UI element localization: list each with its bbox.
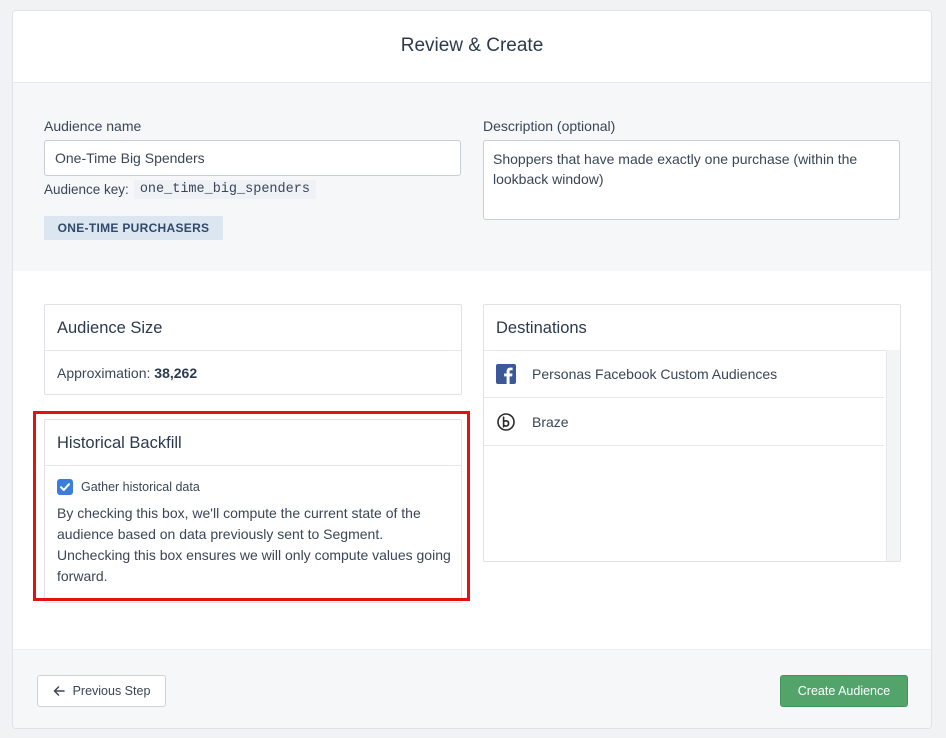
description-textarea[interactable]: Shoppers that have made exactly one purc… bbox=[483, 140, 900, 220]
destination-item-facebook[interactable]: Personas Facebook Custom Audiences bbox=[484, 350, 884, 398]
destination-label: Personas Facebook Custom Audiences bbox=[532, 366, 778, 382]
braze-icon bbox=[496, 412, 516, 432]
create-audience-button[interactable]: Create Audience bbox=[780, 675, 908, 707]
destination-item-braze[interactable]: Braze bbox=[484, 398, 884, 446]
destination-label: Braze bbox=[532, 414, 569, 430]
approximation-text: Approximation: 38,262 bbox=[57, 365, 197, 381]
approximation-value: 38,262 bbox=[154, 365, 198, 381]
audience-details-panel: Audience name Audience key: one_time_big… bbox=[13, 83, 931, 271]
arrow-left-icon bbox=[53, 686, 65, 696]
audience-size-title: Audience Size bbox=[57, 319, 163, 337]
card-divider bbox=[45, 350, 461, 351]
facebook-icon bbox=[496, 364, 516, 384]
audience-key-label: Audience key: bbox=[44, 182, 129, 197]
destinations-list: Personas Facebook Custom Audiences Braze bbox=[484, 350, 884, 561]
highlight-box bbox=[33, 411, 470, 601]
audience-tag-badge: ONE-TIME PURCHASERS bbox=[44, 216, 223, 240]
audience-key-row: Audience key: one_time_big_spenders bbox=[44, 180, 316, 199]
previous-step-button[interactable]: Previous Step bbox=[37, 675, 166, 707]
destinations-card: Destinations Personas Facebook Custom Au… bbox=[483, 304, 901, 562]
description-label: Description (optional) bbox=[483, 118, 616, 134]
audience-name-input[interactable] bbox=[44, 140, 461, 176]
approximation-label: Approximation: bbox=[57, 365, 151, 381]
destinations-title: Destinations bbox=[496, 319, 587, 337]
page-title: Review & Create bbox=[400, 35, 544, 56]
destinations-scrollbar[interactable] bbox=[886, 350, 900, 561]
modal-footer: Previous Step Create Audience bbox=[13, 649, 931, 728]
previous-step-label: Previous Step bbox=[72, 684, 151, 698]
audience-key-value: one_time_big_spenders bbox=[133, 180, 316, 199]
review-create-modal: Review & Create Audience name Audience k… bbox=[12, 10, 932, 729]
audience-name-label: Audience name bbox=[44, 118, 142, 134]
modal-header: Review & Create bbox=[13, 11, 931, 83]
audience-size-card: Audience Size Approximation: 38,262 bbox=[44, 304, 462, 395]
